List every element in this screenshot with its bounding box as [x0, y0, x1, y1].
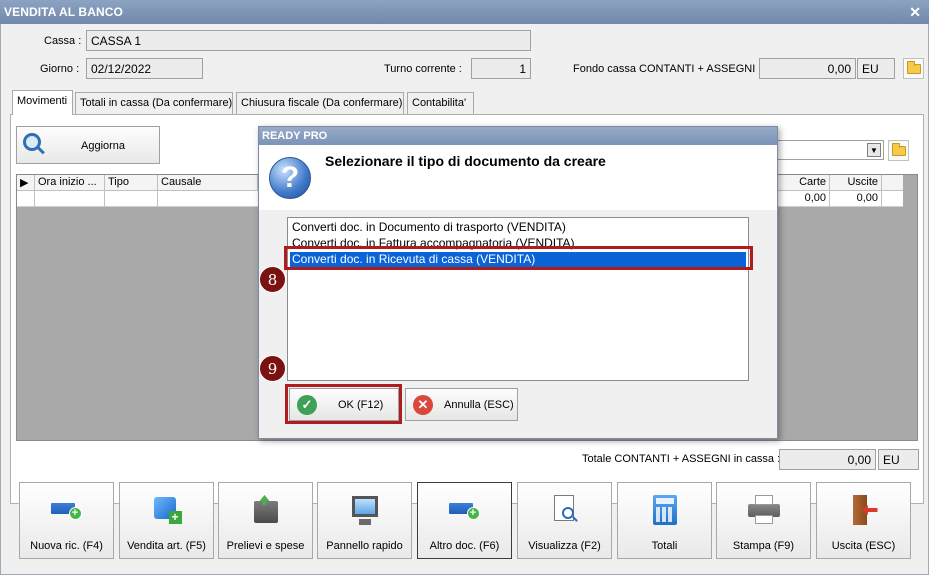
prelievi-spese-button[interactable]: Prelievi e spese: [218, 482, 313, 559]
ok-label: OK (F12): [338, 399, 384, 411]
folder-icon: [892, 143, 906, 156]
folder-icon: [907, 61, 921, 74]
document-type-dialog: READY PRO ? Selezionare il tipo di docum…: [258, 126, 778, 439]
row-indicator: [17, 191, 35, 207]
window-title-bar: VENDITA AL BANCO ✕: [0, 0, 929, 24]
annulla-button[interactable]: ✕ Annulla (ESC): [405, 388, 518, 421]
fondo-folder-button[interactable]: [903, 58, 924, 79]
add-document-icon: +: [50, 495, 83, 523]
totale-field: 0,00: [779, 449, 876, 470]
step-marker-9: 9: [259, 355, 286, 382]
monitor-icon: [350, 495, 380, 527]
close-icon[interactable]: ✕: [909, 4, 921, 21]
question-icon: ?: [269, 157, 311, 199]
step-marker-8: 8: [259, 266, 286, 293]
add-document-icon: +: [448, 495, 481, 523]
table-cell[interactable]: [35, 191, 105, 207]
row-indicator-icon: ▶: [17, 175, 35, 191]
table-cell[interactable]: 0,00: [830, 191, 882, 207]
cancel-icon: ✕: [413, 395, 433, 415]
title-bar-background: [0, 0, 929, 24]
printer-icon: [747, 495, 780, 525]
list-item-selected[interactable]: Converti doc. in Ricevuta di cassa (VEND…: [290, 252, 746, 267]
cassa-field[interactable]: CASSA 1: [86, 30, 531, 51]
tab-chiusura-fiscale[interactable]: Chiusura fiscale (Da confermare): [236, 92, 404, 114]
cassa-label: Cassa :: [44, 35, 82, 47]
button-label: Stampa (F9): [732, 540, 795, 552]
table-cell[interactable]: [105, 191, 158, 207]
visualizza-button[interactable]: Visualizza (F2): [517, 482, 612, 559]
document-type-list[interactable]: Converti doc. in Documento di trasporto …: [287, 217, 749, 381]
button-label: Totali: [651, 540, 678, 552]
chevron-down-icon[interactable]: ▼: [867, 143, 881, 157]
button-label: Prelievi e spese: [226, 540, 305, 552]
aggiorna-button[interactable]: Aggiorna: [16, 126, 160, 164]
giorno-field[interactable]: 02/12/2022: [86, 58, 203, 79]
check-icon: ✓: [297, 395, 317, 415]
safe-icon: [251, 495, 281, 525]
filter-folder-button[interactable]: [888, 140, 909, 161]
table-cell[interactable]: 0,00: [777, 191, 830, 207]
totale-currency: EU: [878, 449, 919, 470]
button-label: Altro doc. (F6): [429, 540, 500, 552]
turno-label: Turno corrente :: [384, 63, 462, 75]
list-item[interactable]: Converti doc. in Fattura accompagnatoria…: [290, 236, 577, 251]
button-label: Visualizza (F2): [528, 540, 601, 552]
uscita-button[interactable]: Uscita (ESC): [816, 482, 911, 559]
button-label: Vendita art. (F5): [127, 540, 206, 552]
column-header[interactable]: Causale: [158, 175, 258, 191]
nuova-ricevuta-button[interactable]: + Nuova ric. (F4): [19, 482, 114, 559]
exit-icon: [849, 495, 879, 527]
totali-button[interactable]: Totali: [617, 482, 712, 559]
window-title: VENDITA AL BANCO: [4, 5, 123, 19]
fondo-currency: EU: [857, 58, 895, 79]
dialog-heading: Selezionare il tipo di documento da crea…: [325, 153, 606, 169]
document-search-icon: [552, 495, 578, 527]
list-item[interactable]: Converti doc. in Documento di trasporto …: [290, 220, 568, 235]
annulla-label: Annulla (ESC): [444, 399, 514, 411]
turno-field[interactable]: 1: [471, 58, 531, 79]
aggiorna-label: Aggiorna: [81, 140, 126, 152]
column-header[interactable]: Ora inizio ...: [35, 175, 105, 191]
tab-totali-in-cassa[interactable]: Totali in cassa (Da confermare): [75, 92, 233, 114]
giorno-label: Giorno :: [40, 63, 80, 75]
filter-dropdown[interactable]: ▼: [770, 140, 884, 160]
button-label: Nuova ric. (F4): [30, 540, 103, 552]
box-add-icon: +: [152, 495, 182, 525]
fondo-field[interactable]: 0,00: [759, 58, 856, 79]
column-header[interactable]: Carte: [777, 175, 830, 191]
vendita-articoli-button[interactable]: + Vendita art. (F5): [119, 482, 214, 559]
tab-movimenti[interactable]: Movimenti: [12, 90, 73, 115]
dialog-title: READY PRO: [259, 127, 777, 145]
button-label: Pannello rapido: [326, 540, 403, 552]
tab-contabilita[interactable]: Contabilita': [407, 92, 474, 114]
pannello-rapido-button[interactable]: Pannello rapido: [317, 482, 412, 559]
stampa-button[interactable]: Stampa (F9): [716, 482, 811, 559]
search-icon: [23, 133, 41, 151]
totale-label: Totale CONTANTI + ASSEGNI in cassa :: [582, 453, 781, 465]
fondo-label: Fondo cassa CONTANTI + ASSEGNI :: [573, 63, 762, 75]
ok-button[interactable]: ✓ OK (F12): [289, 388, 399, 421]
button-label: Uscita (ESC): [831, 540, 896, 552]
column-header[interactable]: Tipo: [105, 175, 158, 191]
altro-documento-button[interactable]: + Altro doc. (F6): [417, 482, 512, 559]
calculator-icon: [652, 495, 677, 527]
column-header[interactable]: Uscite: [830, 175, 882, 191]
dialog-header: ? Selezionare il tipo di documento da cr…: [259, 145, 777, 210]
